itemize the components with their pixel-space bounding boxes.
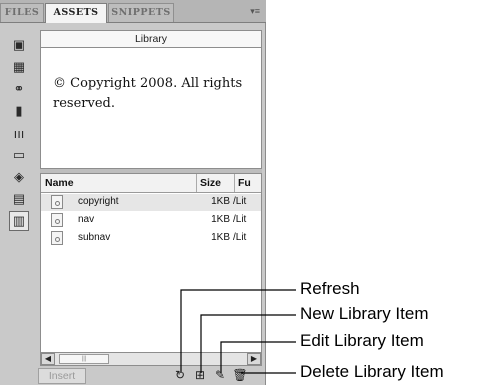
callout-new-library-item: New Library Item <box>300 304 429 323</box>
callout-line-new <box>200 314 296 373</box>
callout-lines <box>180 289 296 374</box>
callout-line-edit <box>220 341 296 373</box>
callout-edit-library-item: Edit Library Item <box>300 331 424 350</box>
callout-refresh: Refresh <box>300 279 360 298</box>
callout-delete-library-item: Delete Library Item <box>300 362 444 381</box>
callout-line-refresh <box>180 289 296 373</box>
